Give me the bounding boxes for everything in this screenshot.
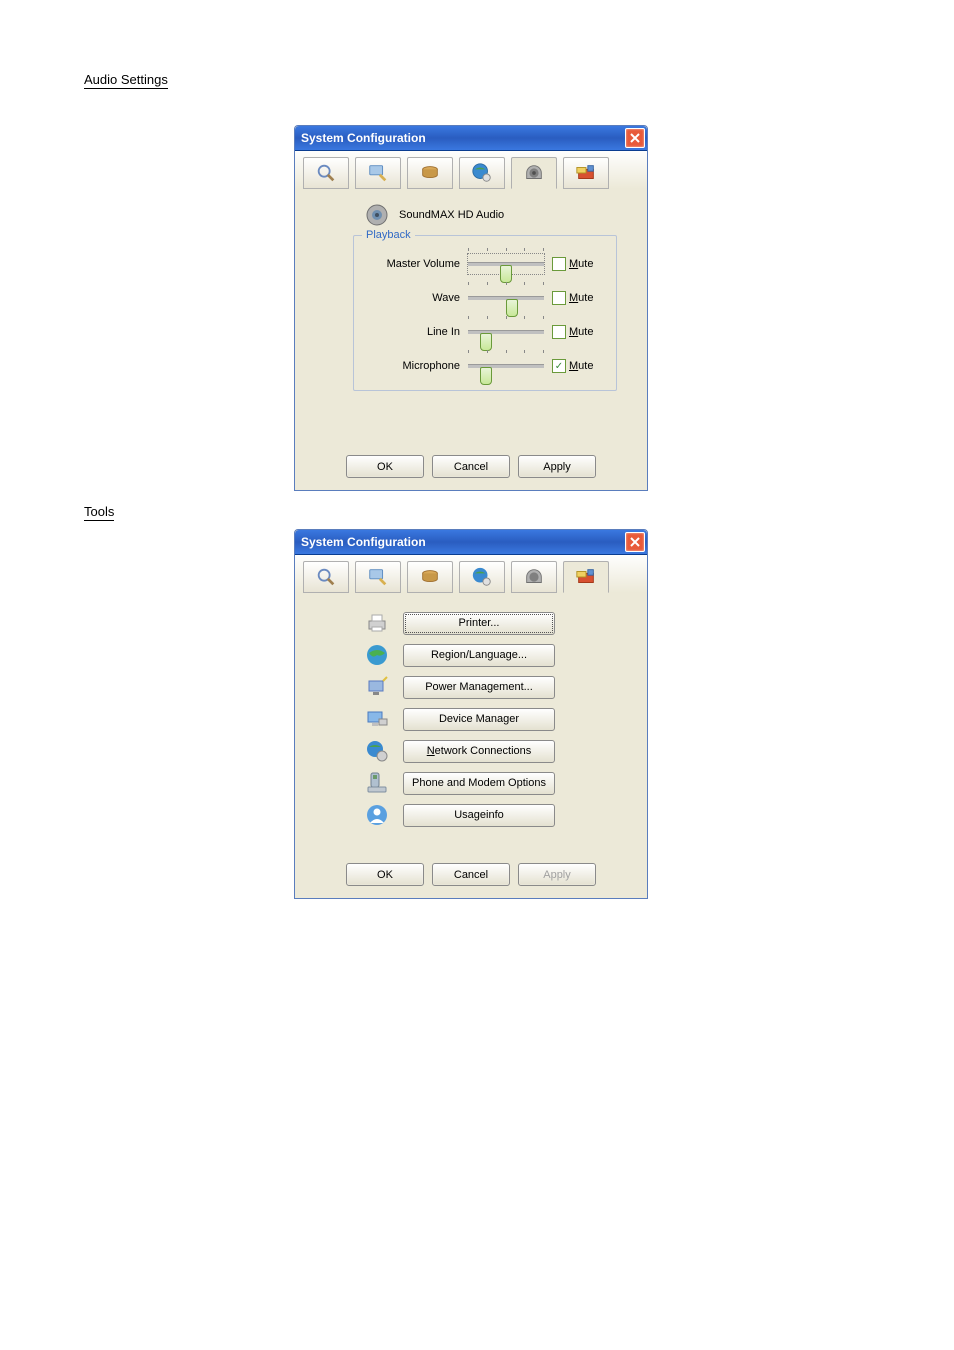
playback-group-title: Playback [362,229,415,241]
close-button[interactable] [625,128,645,148]
system-config-dialog-audio: System Configuration SoundMAX HD Audio P… [294,125,648,491]
tool-row: Device Manager [365,707,627,731]
network-icon [365,739,389,763]
tool-button-network[interactable]: Network Connections [403,740,555,763]
section-heading-tools: Tools [84,504,114,521]
tab-disk[interactable] [407,561,453,593]
titlebar-text: System Configuration [301,535,625,549]
mute-control: Mute [552,325,602,339]
user-icon [365,803,389,827]
tool-button-power[interactable]: Power Management... [403,676,555,699]
titlebar: System Configuration [295,126,647,151]
cancel-button[interactable]: Cancel [432,863,510,886]
close-icon [630,133,640,143]
tool-button-globe[interactable]: Region/Language... [403,644,555,667]
playback-group: Playback Master VolumeMuteWaveMuteLine I… [353,235,617,391]
globe-network-icon [471,162,493,184]
slider-label: Microphone [380,360,460,372]
mute-label: Mute [569,258,593,270]
tab-tools[interactable] [563,157,609,189]
tool-button-printer[interactable]: Printer... [403,612,555,635]
tab-tools[interactable] [563,561,609,593]
ok-button[interactable]: OK [346,455,424,478]
tool-button-user[interactable]: Usageinfo [403,804,555,827]
disk-icon [419,566,441,588]
mute-control: ✓Mute [552,359,602,373]
titlebar: System Configuration [295,530,647,555]
tab-row [295,151,647,189]
slider-label: Line In [380,326,460,338]
mute-label: Mute [569,292,593,304]
cancel-button[interactable]: Cancel [432,455,510,478]
volume-slider[interactable] [468,356,544,376]
magnifier-icon [315,162,337,184]
mute-checkbox[interactable] [552,291,566,305]
speaker-icon [365,203,389,227]
tool-row: Power Management... [365,675,627,699]
titlebar-text: System Configuration [301,131,625,145]
disk-icon [419,162,441,184]
device-icon [365,707,389,731]
tool-row: Printer... [365,611,627,635]
tab-network[interactable] [459,157,505,189]
mute-label: Mute [569,326,593,338]
mute-checkbox[interactable] [552,325,566,339]
monitor-pen-icon [367,162,389,184]
mute-control: Mute [552,291,602,305]
slider-row: Wave Mute [368,288,602,308]
volume-slider[interactable] [468,322,544,342]
close-icon [630,537,640,547]
mute-control: Mute [552,257,602,271]
tab-audio[interactable] [511,561,557,593]
tool-button-device[interactable]: Device Manager [403,708,555,731]
tool-button-modem[interactable]: Phone and Modem Options [403,772,555,795]
magnifier-icon [315,566,337,588]
tab-disk[interactable] [407,157,453,189]
slider-row: Line In Mute [368,322,602,342]
mute-label: Mute [569,360,593,372]
volume-slider[interactable] [468,288,544,308]
slider-row: Microphone ✓Mute [368,356,602,376]
tab-network[interactable] [459,561,505,593]
mute-checkbox[interactable]: ✓ [552,359,566,373]
power-icon [365,675,389,699]
toolbox-icon [575,566,597,588]
tab-general[interactable] [303,157,349,189]
globe-network-icon [471,566,493,588]
tab-general[interactable] [303,561,349,593]
ok-button[interactable]: OK [346,863,424,886]
section-heading-audio: Audio Settings [84,72,168,89]
tool-row: Network Connections [365,739,627,763]
slider-label: Master Volume [380,258,460,270]
audio-device-header: SoundMAX HD Audio [365,203,627,227]
printer-icon [365,611,389,635]
modem-icon [365,771,389,795]
apply-button[interactable]: Apply [518,863,596,886]
tool-row: Usageinfo [365,803,627,827]
system-config-dialog-tools: System Configuration Printer... Region/La… [294,529,648,899]
tab-display[interactable] [355,157,401,189]
tab-display[interactable] [355,561,401,593]
audio-device-name: SoundMAX HD Audio [399,209,504,221]
globe-icon [365,643,389,667]
speaker-icon [523,162,545,184]
tab-audio[interactable] [511,157,557,189]
dialog-button-row: OK Cancel Apply [295,443,647,490]
volume-slider[interactable] [468,254,544,274]
toolbox-icon [575,162,597,184]
close-button[interactable] [625,532,645,552]
apply-button[interactable]: Apply [518,455,596,478]
mute-checkbox[interactable] [552,257,566,271]
tool-row: Phone and Modem Options [365,771,627,795]
speaker-icon [523,566,545,588]
tab-row [295,555,647,593]
dialog-button-row: OK Cancel Apply [295,851,647,898]
tool-row: Region/Language... [365,643,627,667]
slider-label: Wave [380,292,460,304]
monitor-pen-icon [367,566,389,588]
slider-row: Master Volume Mute [368,254,602,274]
